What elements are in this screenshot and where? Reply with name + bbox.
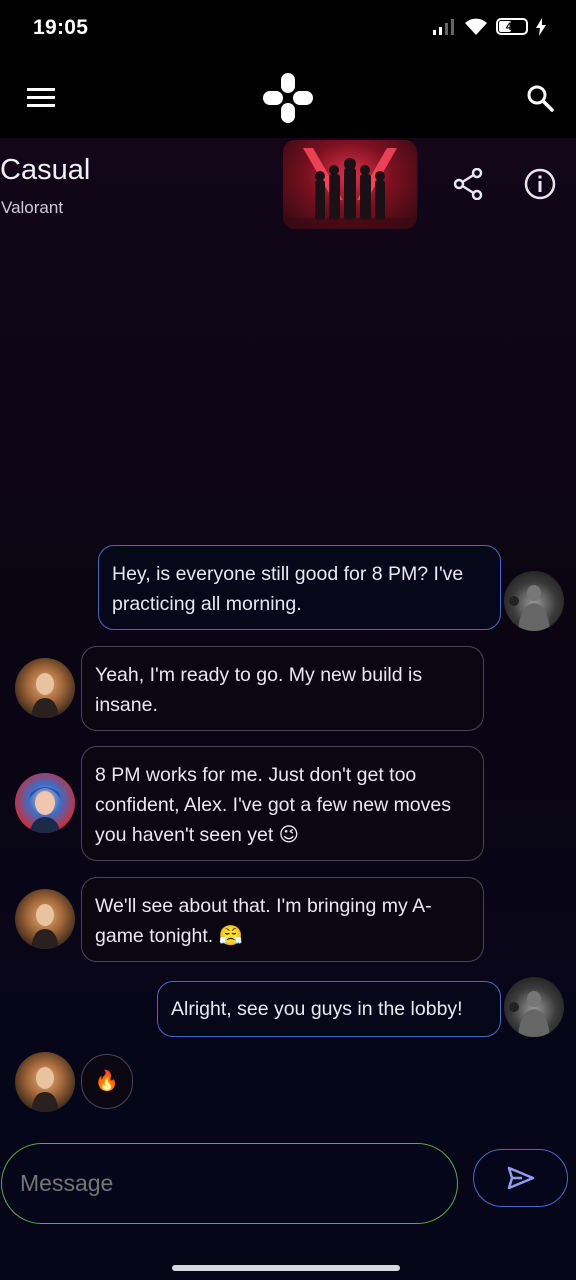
- status-time: 19:05: [33, 16, 89, 39]
- menu-button[interactable]: [22, 78, 62, 118]
- avatar-figure: [31, 904, 59, 949]
- game-thumbnail[interactable]: [283, 140, 417, 229]
- avatar-figure: [509, 585, 550, 631]
- avatar-figure: [31, 1067, 59, 1112]
- wifi-icon: [465, 18, 487, 35]
- message-bubble-outgoing[interactable]: Hey, is everyone still good for 8 PM? I'…: [98, 545, 501, 630]
- send-icon: [507, 1166, 534, 1190]
- send-button[interactable]: [473, 1149, 568, 1207]
- game-art: [283, 148, 417, 229]
- gesture-navigation-bar[interactable]: [172, 1265, 400, 1271]
- avatar-player-1[interactable]: [15, 889, 75, 949]
- gamepad-logo-icon: [263, 73, 313, 123]
- chat-subtitle: Valorant: [1, 198, 64, 217]
- search-button[interactable]: [519, 77, 561, 119]
- avatar-figure: [509, 991, 550, 1037]
- status-bar: 19:05 43: [0, 0, 576, 58]
- message-bubble-incoming[interactable]: 8 PM works for me. Just don't get too co…: [81, 746, 484, 861]
- share-icon: [453, 168, 483, 200]
- message-bubble-incoming[interactable]: Yeah, I'm ready to go. My new build is i…: [81, 646, 484, 731]
- chat-title: Casual: [0, 154, 91, 186]
- avatar-figure: [31, 673, 59, 718]
- app-bar: [0, 58, 576, 138]
- composer: [0, 1142, 576, 1280]
- message-bubble-outgoing[interactable]: Alright, see you guys in the lobby!: [157, 981, 501, 1037]
- signal-icon: [433, 18, 454, 35]
- battery-icon: 43: [496, 18, 528, 35]
- avatar-player-2[interactable]: [15, 773, 75, 833]
- message-bubble-incoming[interactable]: We'll see about that. I'm bringing my A-…: [81, 877, 484, 962]
- avatar-me[interactable]: [504, 977, 564, 1037]
- avatar-player-1[interactable]: [15, 1052, 75, 1112]
- info-icon: [524, 168, 556, 200]
- message-bubble-incoming[interactable]: 🔥: [81, 1054, 133, 1109]
- avatar-figure: [29, 787, 61, 833]
- avatar-me[interactable]: [504, 571, 564, 631]
- share-button[interactable]: [448, 164, 488, 204]
- chat-area[interactable]: Casual Valorant Hey, is everyone still g…: [0, 138, 576, 1142]
- message-input[interactable]: [1, 1143, 458, 1224]
- info-button[interactable]: [520, 164, 560, 204]
- search-icon: [527, 85, 554, 112]
- avatar-player-1[interactable]: [15, 658, 75, 718]
- app-logo[interactable]: [260, 70, 316, 126]
- battery-level: 43: [505, 20, 519, 33]
- charging-icon: [536, 17, 546, 36]
- menu-icon: [27, 88, 55, 107]
- status-icons: 43: [432, 17, 546, 36]
